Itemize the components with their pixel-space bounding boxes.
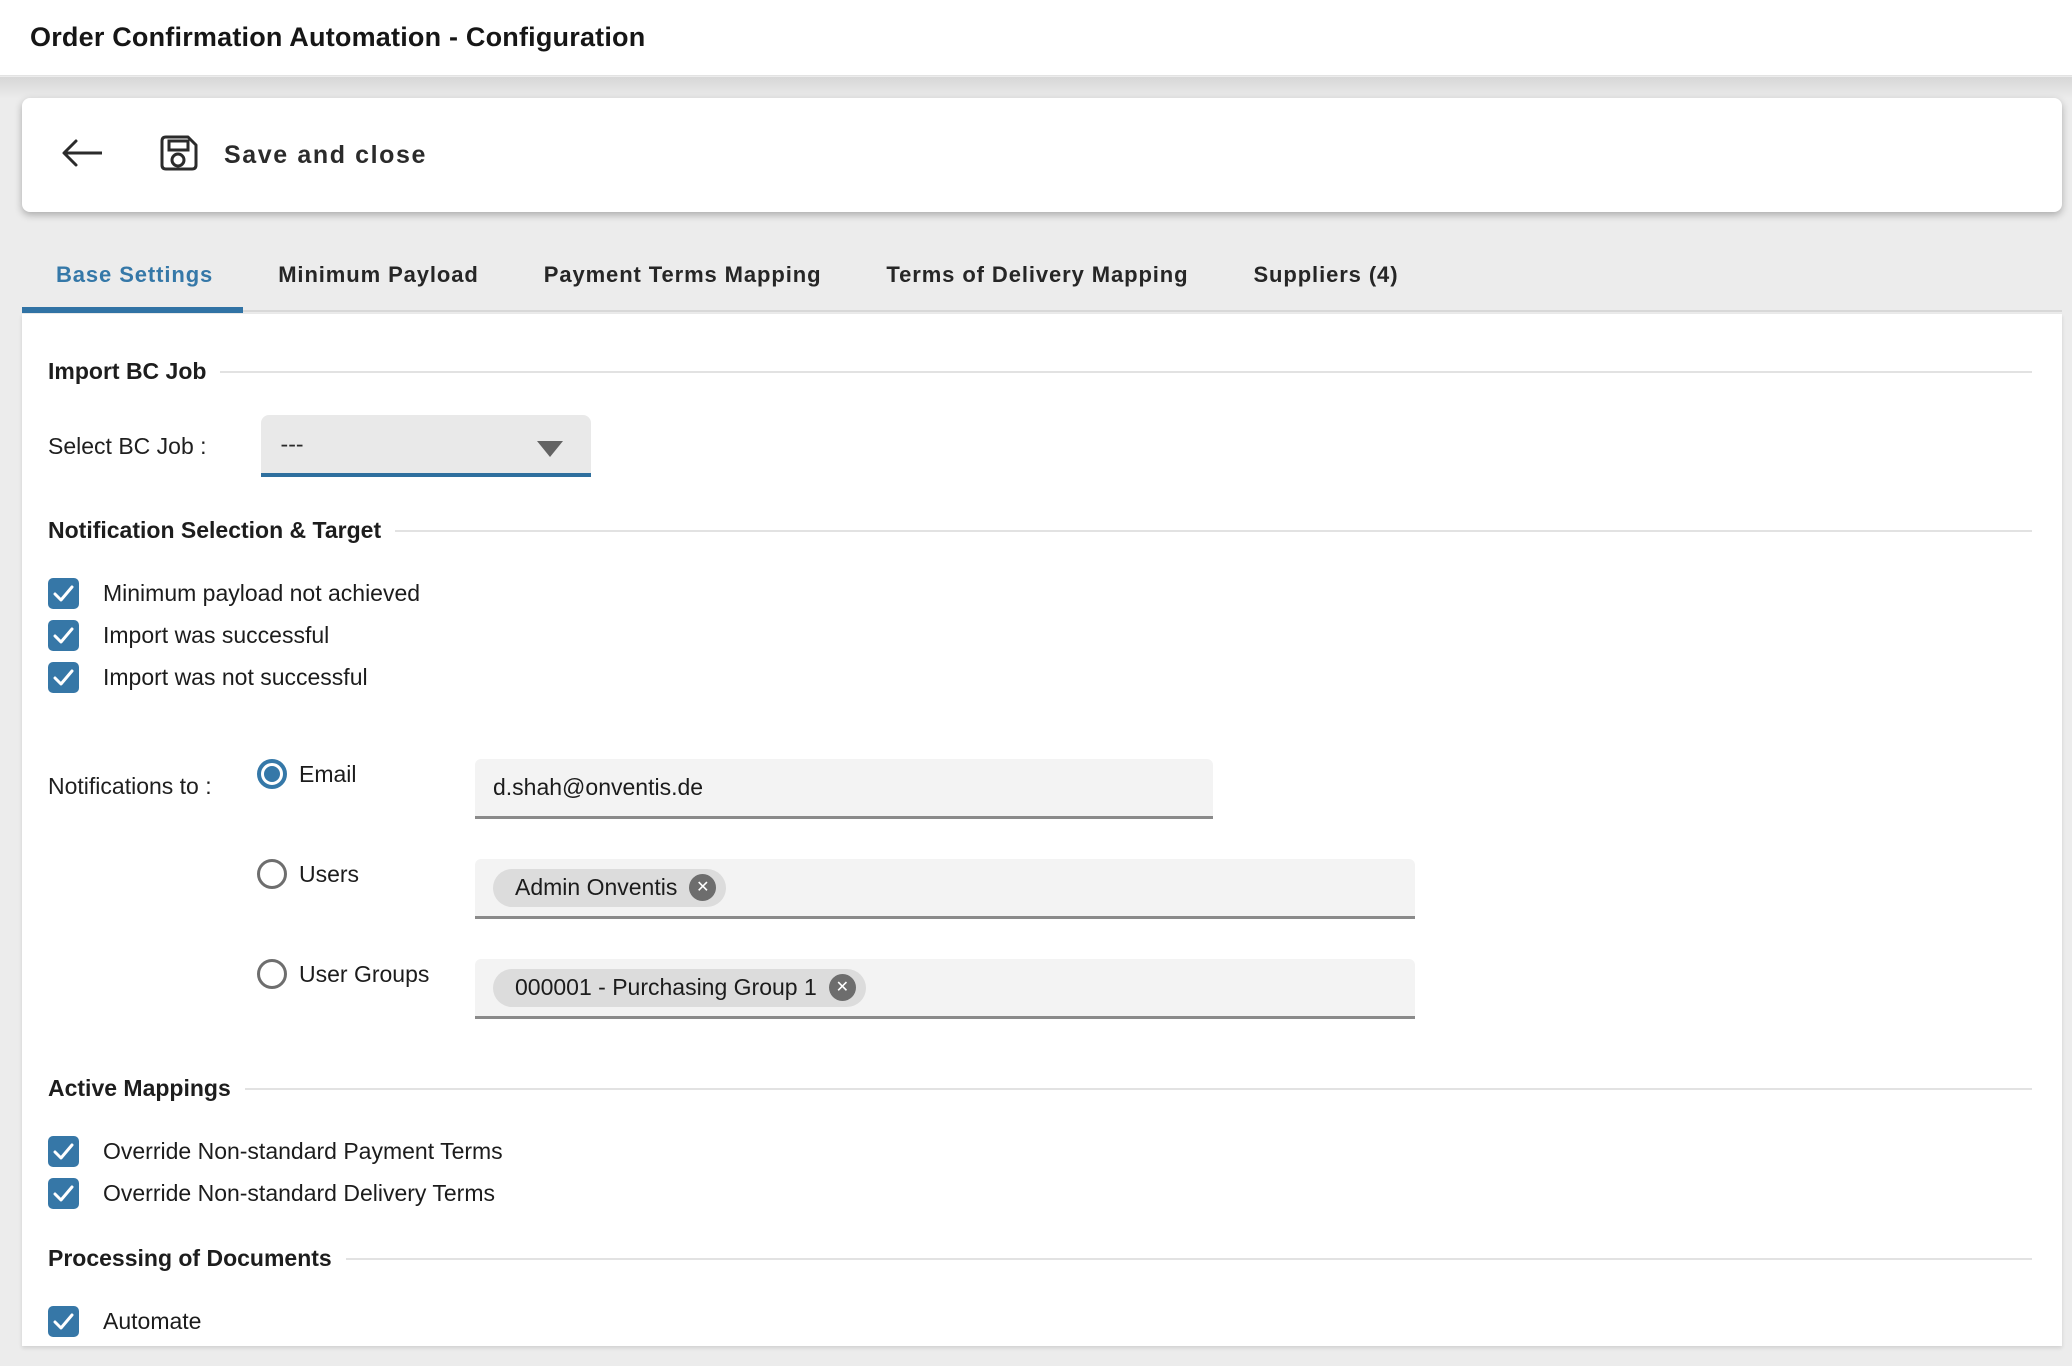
checkbox-checked-icon: [48, 1136, 79, 1167]
notify-row-email: Notifications to : Email d.shah@onventis…: [48, 759, 2034, 819]
user-chip-label: Admin Onventis: [515, 874, 677, 901]
radio-users-label: Users: [299, 861, 359, 888]
section-divider: [395, 530, 2032, 532]
select-bc-job-row: Select BC Job : ---: [48, 415, 2034, 477]
radio-email[interactable]: [257, 759, 287, 789]
header-shadow: [0, 77, 2072, 99]
checkbox-automate[interactable]: Automate: [48, 1306, 2034, 1337]
tab-suppliers[interactable]: Suppliers (4): [1253, 239, 1398, 311]
window-header: Order Confirmation Automation - Configur…: [0, 0, 2072, 76]
tab-terms-of-delivery-mapping[interactable]: Terms of Delivery Mapping: [886, 239, 1188, 311]
section-import-bc-job: Import BC Job: [48, 358, 2034, 385]
checkbox-checked-icon: [48, 1306, 79, 1337]
chip-remove-icon[interactable]: ✕: [689, 874, 716, 901]
user-chip: Admin Onventis ✕: [493, 869, 726, 907]
notification-checkboxes: Minimum payload not achieved Import was …: [48, 578, 2034, 693]
checkbox-import-was-not-successful[interactable]: Import was not successful: [48, 662, 2034, 693]
checkbox-checked-icon: [48, 578, 79, 609]
user-groups-input[interactable]: 000001 - Purchasing Group 1 ✕: [475, 959, 1415, 1019]
radio-users[interactable]: [257, 859, 287, 889]
section-processing-of-documents: Processing of Documents: [48, 1245, 2034, 1272]
radio-user-groups[interactable]: [257, 959, 287, 989]
checkbox-label: Automate: [103, 1308, 201, 1335]
tab-minimum-payload[interactable]: Minimum Payload: [278, 239, 479, 311]
users-input[interactable]: Admin Onventis ✕: [475, 859, 1415, 919]
chevron-down-icon: [537, 441, 563, 457]
tab-bar: Base Settings Minimum Payload Payment Te…: [22, 240, 2062, 312]
bc-job-select[interactable]: ---: [261, 415, 591, 477]
notifications-to-label: Notifications to :: [48, 773, 212, 799]
notify-row-user-groups: User Groups 000001 - Purchasing Group 1 …: [48, 959, 2034, 1019]
section-divider: [245, 1088, 2032, 1090]
select-bc-job-label: Select BC Job :: [48, 433, 207, 460]
checkbox-checked-icon: [48, 662, 79, 693]
checkbox-override-delivery-terms[interactable]: Override Non-standard Delivery Terms: [48, 1178, 2034, 1209]
chip-remove-icon[interactable]: ✕: [829, 974, 856, 1001]
checkbox-label: Minimum payload not achieved: [103, 580, 420, 607]
checkbox-minimum-payload-not-achieved[interactable]: Minimum payload not achieved: [48, 578, 2034, 609]
active-mappings-checkboxes: Override Non-standard Payment Terms Over…: [48, 1136, 2034, 1209]
section-title: Processing of Documents: [48, 1245, 332, 1272]
section-active-mappings: Active Mappings: [48, 1075, 2034, 1102]
back-button[interactable]: [60, 133, 104, 177]
radio-email-label: Email: [299, 761, 357, 788]
checkbox-checked-icon: [48, 1178, 79, 1209]
page-title: Order Confirmation Automation - Configur…: [30, 22, 645, 53]
checkbox-label: Override Non-standard Delivery Terms: [103, 1180, 495, 1207]
section-title: Active Mappings: [48, 1075, 231, 1102]
processing-checkboxes: Automate: [48, 1306, 2034, 1337]
bc-job-select-value: ---: [281, 431, 304, 458]
save-icon: [156, 131, 200, 180]
page-root: Order Confirmation Automation - Configur…: [0, 0, 2072, 1366]
user-group-chip: 000001 - Purchasing Group 1 ✕: [493, 969, 866, 1007]
section-title: Notification Selection & Target: [48, 517, 381, 544]
email-input-value: d.shah@onventis.de: [493, 774, 703, 801]
radio-user-groups-label: User Groups: [299, 961, 429, 988]
checkbox-label: Import was not successful: [103, 664, 368, 691]
checkbox-label: Override Non-standard Payment Terms: [103, 1138, 503, 1165]
save-and-close-button[interactable]: Save and close: [156, 131, 427, 180]
section-title: Import BC Job: [48, 358, 206, 385]
section-divider: [346, 1258, 2032, 1260]
tab-base-settings[interactable]: Base Settings: [56, 239, 213, 311]
radio-selected-dot: [264, 766, 280, 782]
checkbox-label: Import was successful: [103, 622, 329, 649]
base-settings-panel: Import BC Job Select BC Job : --- Notifi…: [22, 314, 2062, 1346]
toolbar: Save and close: [22, 98, 2062, 212]
notifications-target-block: Notifications to : Email d.shah@onventis…: [48, 759, 2034, 1019]
checkbox-override-payment-terms[interactable]: Override Non-standard Payment Terms: [48, 1136, 2034, 1167]
tab-payment-terms-mapping[interactable]: Payment Terms Mapping: [544, 239, 822, 311]
save-and-close-label: Save and close: [224, 141, 427, 170]
back-arrow-icon: [60, 138, 104, 173]
checkbox-checked-icon: [48, 620, 79, 651]
email-input[interactable]: d.shah@onventis.de: [475, 759, 1213, 819]
checkbox-import-was-successful[interactable]: Import was successful: [48, 620, 2034, 651]
section-notification: Notification Selection & Target: [48, 517, 2034, 544]
user-group-chip-label: 000001 - Purchasing Group 1: [515, 974, 817, 1001]
section-divider: [220, 371, 2032, 373]
notify-row-users: Users Admin Onventis ✕: [48, 859, 2034, 919]
